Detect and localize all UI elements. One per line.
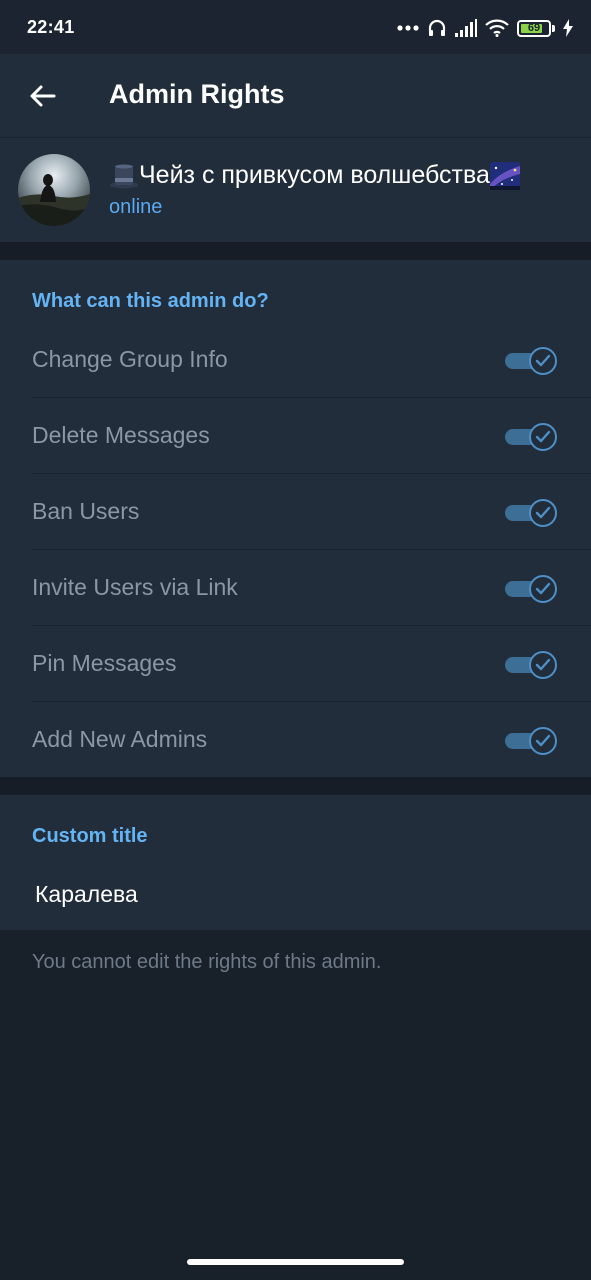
- right-label: Delete Messages: [32, 422, 210, 448]
- toggle-switch[interactable]: [505, 347, 557, 375]
- charging-icon: [563, 19, 573, 37]
- status-bar: 22:41 69: [0, 0, 591, 54]
- right-label: Ban Users: [32, 498, 140, 524]
- check-icon: [535, 734, 551, 747]
- toggle-switch[interactable]: [505, 423, 557, 451]
- rights-section-header: What can this admin do?: [32, 290, 269, 312]
- right-label: Add New Admins: [32, 726, 208, 752]
- admin-profile[interactable]: Чейз с привкусом волшебства online: [0, 137, 591, 243]
- avatar[interactable]: [18, 154, 90, 226]
- right-pin-messages[interactable]: Pin Messages: [0, 626, 591, 702]
- check-icon: [535, 506, 551, 519]
- check-icon: [535, 582, 551, 595]
- right-label: Change Group Info: [32, 346, 228, 372]
- toggle-switch[interactable]: [505, 727, 557, 755]
- right-ban-users[interactable]: Ban Users: [0, 474, 591, 550]
- battery-level: 69: [527, 21, 541, 34]
- toggle-switch[interactable]: [505, 651, 557, 679]
- section-divider: [0, 777, 591, 795]
- right-label: Invite Users via Link: [32, 574, 238, 600]
- headphones-icon: [427, 18, 447, 38]
- wifi-icon: [485, 19, 509, 37]
- battery-icon: 69: [517, 19, 555, 37]
- custom-title-section: Custom title Каралева: [0, 795, 591, 930]
- right-invite-users[interactable]: Invite Users via Link: [0, 550, 591, 626]
- arrow-left-icon: [30, 85, 56, 107]
- page-title: Admin Rights: [109, 79, 285, 109]
- rights-note: You cannot edit the rights of this admin…: [32, 951, 382, 973]
- toggle-switch[interactable]: [505, 499, 557, 527]
- status-icons: 69: [397, 17, 573, 39]
- rights-section: What can this admin do? Change Group Inf…: [0, 260, 591, 777]
- check-icon: [535, 430, 551, 443]
- section-divider: [0, 242, 591, 260]
- back-button[interactable]: [22, 76, 62, 116]
- home-indicator[interactable]: [187, 1259, 404, 1265]
- top-hat-emoji: [109, 162, 139, 190]
- profile-name-row: Чейз с привкусом волшебства: [109, 161, 520, 190]
- profile-name: Чейз с привкусом волшебства: [139, 161, 490, 189]
- right-add-new-admins[interactable]: Add New Admins: [0, 702, 591, 778]
- milky-way-emoji: [489, 161, 520, 190]
- right-change-group-info[interactable]: Change Group Info: [0, 322, 591, 398]
- more-dots-icon: [397, 24, 419, 32]
- right-delete-messages[interactable]: Delete Messages: [0, 398, 591, 474]
- check-icon: [535, 354, 551, 367]
- check-icon: [535, 658, 551, 671]
- app-header: Admin Rights: [0, 54, 591, 137]
- right-label: Pin Messages: [32, 650, 177, 676]
- status-time: 22:41: [27, 17, 75, 37]
- signal-icon: [455, 19, 477, 37]
- custom-title-header: Custom title: [32, 825, 148, 847]
- online-status: online: [109, 196, 163, 218]
- custom-title-field[interactable]: Каралева: [35, 881, 138, 908]
- toggle-switch[interactable]: [505, 575, 557, 603]
